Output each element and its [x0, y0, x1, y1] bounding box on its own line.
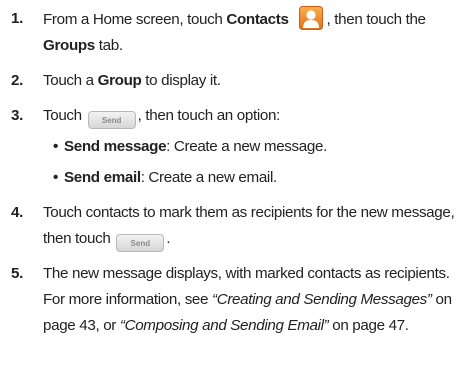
send-button: Send: [87, 111, 136, 129]
step-2: 2. Touch a Group to display it.: [11, 68, 464, 94]
step-text-part: tab.: [94, 37, 123, 54]
step-number: 3.: [11, 107, 23, 124]
option-label: Send message: [64, 138, 167, 155]
step-text-part: , then touch an option:: [137, 107, 281, 124]
option-send-message: • Send message: Create a new message.: [53, 134, 464, 160]
step-text-part: on page 47.: [328, 317, 409, 334]
step-text-part: , then touch the: [326, 11, 426, 28]
option-label: Send email: [64, 169, 141, 186]
cross-reference-link: “Creating and Sending Messages”: [212, 291, 432, 308]
send-button: Send: [116, 234, 165, 252]
step-3: 3. Touch Send, then touch an option: • Se…: [11, 103, 464, 191]
step-text-part: .: [166, 230, 171, 247]
step-number: 4.: [11, 204, 23, 221]
step-text-part: Touch a: [43, 72, 98, 89]
option-description: : Create a new email.: [140, 169, 278, 186]
step-text: Touch contacts to mark them as recipient…: [43, 200, 464, 252]
step-4: 4. Touch contacts to mark them as recipi…: [11, 200, 464, 252]
step-text: From a Home screen, touch Contacts , then…: [43, 6, 464, 59]
option-description: : Create a new message.: [166, 138, 327, 155]
cross-reference-link: “Composing and Sending Email”: [119, 317, 329, 334]
step-text-part: Touch contacts to mark them as recipient…: [43, 204, 455, 247]
option-send-email: • Send email: Create a new email.: [53, 165, 464, 191]
contacts-icon: [298, 6, 323, 30]
step-text: The new message displays, with marked co…: [43, 261, 464, 339]
instructions: 1. From a Home screen, touch Contacts , t…: [0, 0, 472, 381]
group-term: Group: [97, 72, 142, 89]
bullet: •: [53, 169, 58, 186]
step-number: 2.: [11, 72, 23, 89]
step-text-part: to display it.: [141, 72, 221, 89]
step-text: Touch a Group to display it.: [43, 68, 464, 94]
step-number: 5.: [11, 265, 23, 282]
step-text-part: Touch: [43, 107, 86, 124]
step-text-part: From a Home screen, touch: [43, 11, 227, 28]
contacts-term: Contacts: [226, 11, 289, 28]
bullet: •: [53, 138, 58, 155]
step-1: 1. From a Home screen, touch Contacts , t…: [11, 6, 464, 59]
step-5: 5. The new message displays, with marked…: [11, 261, 464, 339]
step-number: 1.: [11, 10, 23, 27]
option-list: • Send message: Create a new message. • Se…: [53, 134, 464, 191]
step-text: Touch Send, then touch an option: • Send …: [43, 103, 464, 191]
groups-term: Groups: [43, 37, 95, 54]
